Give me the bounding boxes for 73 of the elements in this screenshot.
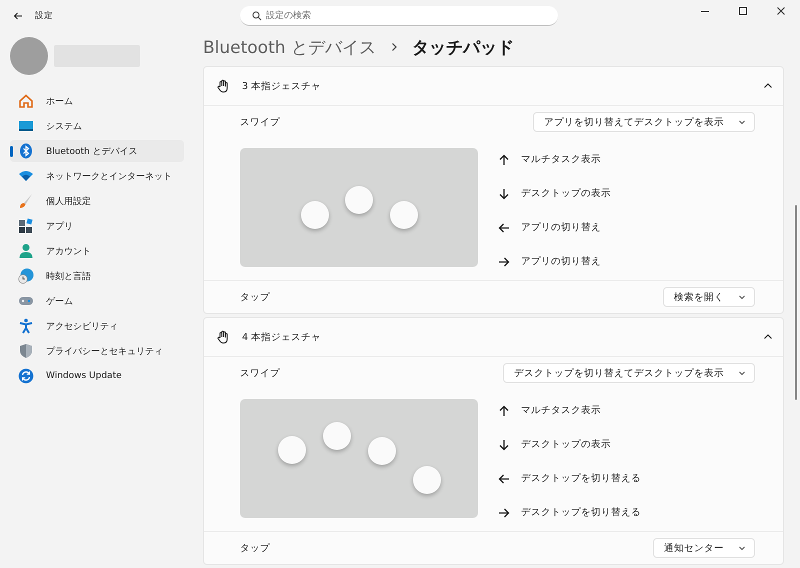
swipe-dropdown[interactable]: アプリを切り替えてデスクトップを表示: [533, 112, 755, 132]
finger-dot-icon: [413, 466, 441, 494]
brush-icon: [18, 193, 34, 209]
shield-icon: [18, 343, 34, 359]
tap-label: タップ: [240, 542, 270, 554]
tap-dropdown[interactable]: 通知センター: [653, 538, 755, 558]
update-icon: [18, 368, 34, 384]
chevron-down-icon: [738, 369, 746, 377]
sidebar-item[interactable]: Bluetooth とデバイス: [10, 140, 184, 162]
scrollbar[interactable]: [795, 205, 797, 400]
tap-label: タップ: [240, 290, 270, 304]
search-field[interactable]: 設定の検索: [240, 6, 558, 26]
tap-dropdown[interactable]: 検索を開く: [663, 287, 755, 307]
close-icon[interactable]: [776, 6, 786, 16]
swipe-label: スワイプ: [240, 116, 280, 128]
sidebar-item[interactable]: アプリ: [10, 215, 184, 237]
arrow-left-icon: [498, 222, 510, 234]
bluetooth-icon: [18, 143, 34, 159]
chevron-down-icon: [738, 544, 746, 552]
sidebar-item[interactable]: ネットワークとインターネット: [10, 165, 184, 187]
window-title: 設定: [35, 10, 53, 22]
gesture-action-label: マルチタスク表示: [521, 404, 601, 417]
chevron-right-icon: [390, 42, 398, 52]
hand-icon: [216, 330, 230, 344]
hand-icon: [216, 79, 230, 93]
arrow-down-icon: [498, 188, 510, 200]
sidebar-item[interactable]: 個人用設定: [10, 190, 184, 212]
arrow-right-icon: [498, 256, 510, 268]
finger-dot-icon: [368, 437, 396, 465]
accessibility-icon: [18, 318, 34, 334]
finger-dot-icon: [345, 186, 373, 214]
finger-dot-icon: [278, 436, 306, 464]
arrow-up-icon: [498, 154, 510, 166]
system-icon: [18, 118, 34, 134]
gesture-action-label: マルチタスク表示: [521, 153, 601, 166]
finger-dot-icon: [301, 201, 329, 229]
finger-dot-icon: [390, 201, 418, 229]
account-icon: [18, 243, 34, 259]
network-icon: [18, 168, 34, 184]
sidebar-item[interactable]: ゲーム: [10, 290, 184, 312]
gesture-action-label: デスクトップの表示: [521, 187, 611, 200]
page-title: タッチパッド: [412, 36, 514, 58]
breadcrumb-link[interactable]: Bluetooth とデバイス: [203, 36, 376, 58]
sidebar-item[interactable]: アカウント: [10, 240, 184, 262]
gesture-action-label: アプリの切り替え: [521, 221, 601, 234]
chevron-down-icon: [738, 293, 746, 301]
gesture-action-label: デスクトップを切り替える: [521, 472, 641, 485]
time-icon: [18, 268, 34, 284]
swipe-label: スワイプ: [240, 366, 280, 380]
chevron-down-icon: [738, 118, 746, 126]
arrow-right-icon: [498, 506, 510, 518]
section-title: 4 本指ジェスチャ: [242, 330, 322, 344]
sidebar-item[interactable]: プライバシーとセキュリティ: [10, 340, 184, 362]
apps-icon: [18, 218, 34, 234]
gesture-action-label: デスクトップを切り替える: [521, 506, 641, 519]
sidebar-item[interactable]: Windows Update: [10, 365, 184, 387]
sidebar-item[interactable]: 時刻と言語: [10, 265, 184, 287]
sidebar-item[interactable]: システム: [10, 115, 184, 137]
gesture-action-label: アプリの切り替え: [521, 255, 601, 268]
back-arrow-icon[interactable]: [13, 11, 23, 21]
search-icon: [252, 11, 262, 21]
sidebar-item[interactable]: アクセシビリティ: [10, 315, 184, 337]
gesture-action-label: デスクトップの表示: [521, 438, 611, 451]
selection-indicator: [10, 146, 13, 157]
arrow-down-icon: [498, 438, 510, 450]
swipe-dropdown[interactable]: デスクトップを切り替えてデスクトップを表示: [503, 363, 755, 383]
finger-dot-icon: [323, 422, 351, 450]
section-title: 3 本指ジェスチャ: [242, 80, 322, 92]
home-icon: [18, 93, 34, 109]
arrow-up-icon: [498, 404, 510, 416]
sidebar-item[interactable]: ホーム: [10, 90, 184, 112]
arrow-left-icon: [498, 472, 510, 484]
maximize-icon[interactable]: [738, 6, 748, 16]
